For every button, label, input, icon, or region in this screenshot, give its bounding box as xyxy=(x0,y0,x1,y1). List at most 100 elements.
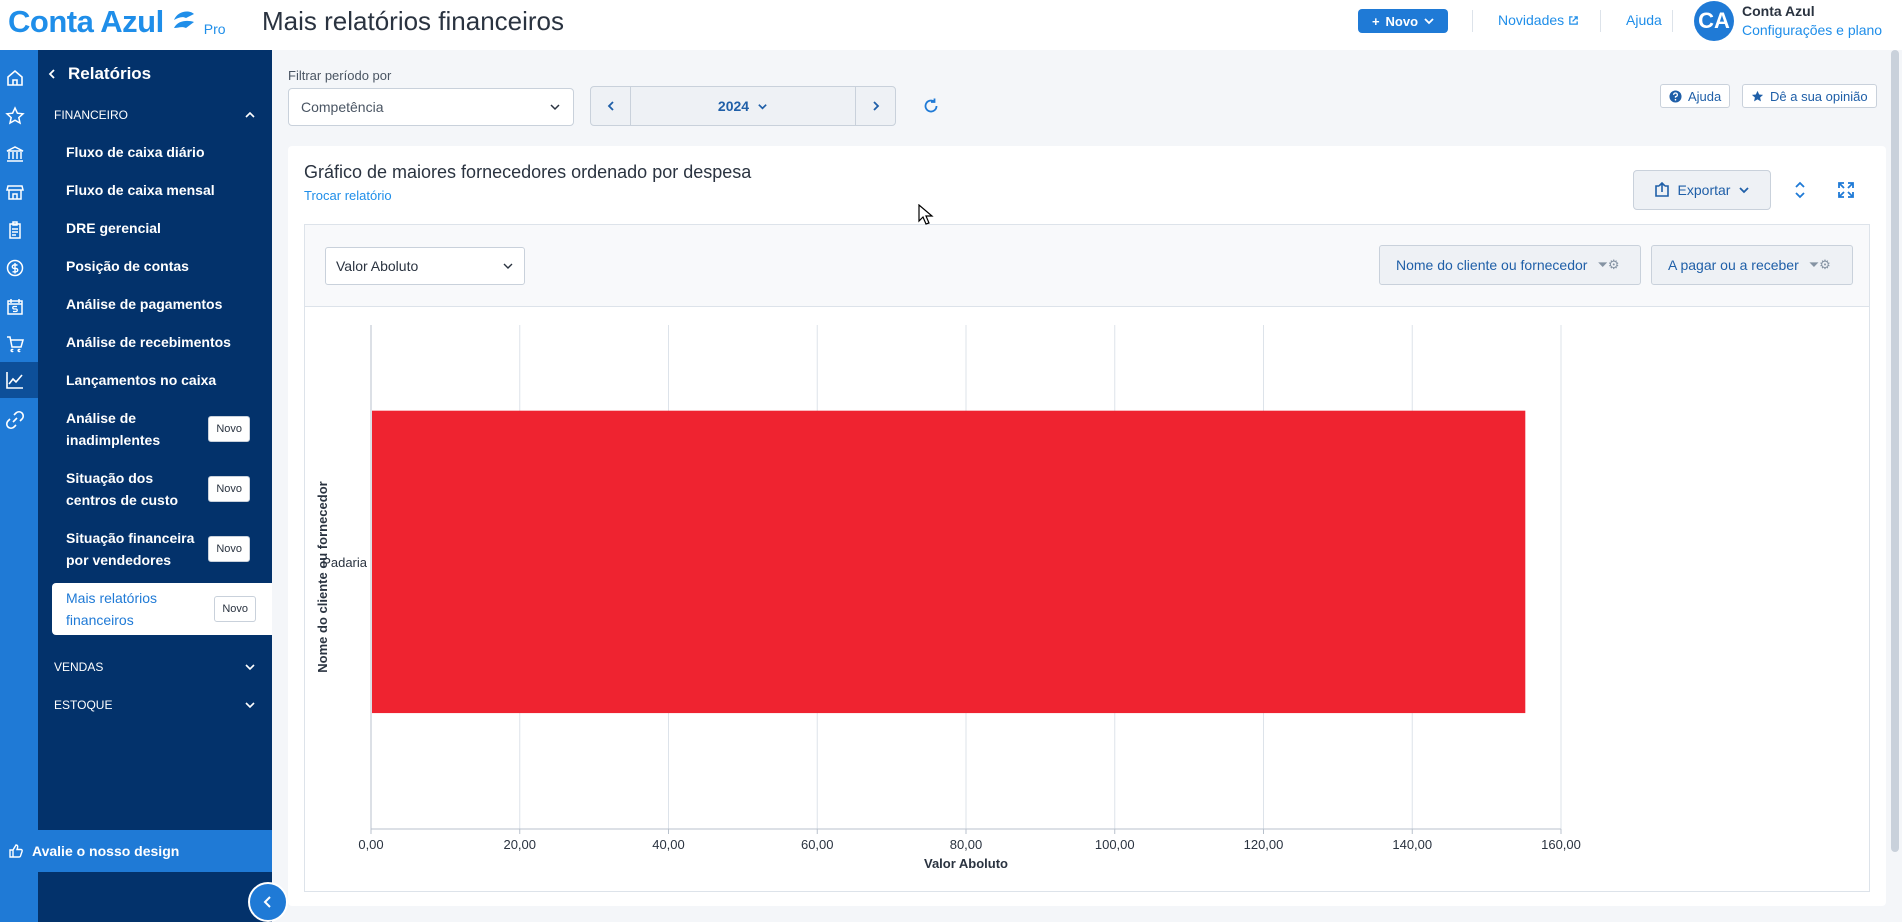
scrollbar-thumb[interactable] xyxy=(1891,50,1899,852)
sidebar-section-vendas[interactable]: VENDAS xyxy=(54,660,256,674)
filter-icon[interactable]: ⏷⚙ xyxy=(1597,257,1619,273)
sidebar-item-dre[interactable]: DRE gerencial xyxy=(66,217,266,239)
chevron-right-icon xyxy=(872,101,879,111)
upload-icon xyxy=(1654,182,1669,197)
filter-period-label: Filtrar período por xyxy=(288,68,392,83)
bank-icon[interactable] xyxy=(5,144,25,164)
new-button[interactable]: + Novo xyxy=(1358,9,1448,33)
x-tick-label: 160,00 xyxy=(1541,837,1581,852)
link-icon[interactable] xyxy=(5,410,25,430)
chart-toolbar: Valor Aboluto Nome do cliente ou fornece… xyxy=(305,225,1869,307)
help-button-label: Ajuda xyxy=(1688,88,1722,104)
chevron-down-icon xyxy=(245,702,255,709)
rate-design-button[interactable]: Avalie o nosso design xyxy=(0,830,272,872)
sidebar-item-fluxo-mensal[interactable]: Fluxo de caixa mensal xyxy=(66,179,266,201)
next-year-button[interactable] xyxy=(855,87,895,125)
dollar-icon[interactable] xyxy=(5,258,25,278)
star-icon xyxy=(1751,90,1764,101)
sidebar-item-label: Mais relatórios financeiros xyxy=(66,590,158,628)
sidebar-back[interactable]: Relatórios xyxy=(46,64,151,84)
clipboard-icon[interactable] xyxy=(5,220,25,240)
chevron-left-icon xyxy=(607,101,614,111)
star-icon[interactable] xyxy=(5,106,25,126)
logo[interactable]: Conta Azul Pro xyxy=(8,4,226,40)
value-type-select[interactable]: Valor Aboluto xyxy=(325,247,525,285)
sidebar-item-centros-custo[interactable]: Situação dos centros de custo Novo xyxy=(66,467,266,511)
sidebar-item-mais-relatorios[interactable]: Mais relatórios financeiros Novo xyxy=(52,583,272,635)
sidebar-section-financeiro[interactable]: FINANCEIRO xyxy=(54,108,256,122)
sidebar-item-label: Situação dos centros de custo xyxy=(66,470,179,508)
new-badge: Novo xyxy=(208,416,250,442)
section-label: VENDAS xyxy=(54,660,104,674)
bar-chart: 0,00 20,00 40,00 60,00 80,00 100,00 120,00 140,… xyxy=(315,325,1581,871)
section-label: FINANCEIRO xyxy=(54,108,129,122)
period-type-select[interactable]: Competência xyxy=(288,88,574,126)
sidebar-item-posicao-contas[interactable]: Posição de contas xyxy=(66,255,266,277)
x-tick-label: 100,00 xyxy=(1095,837,1135,852)
mouse-cursor-icon xyxy=(918,204,934,225)
store-icon[interactable] xyxy=(5,182,25,202)
filter-icon[interactable]: ⏷⚙ xyxy=(1809,257,1831,273)
vertical-scrollbar[interactable] xyxy=(1888,50,1902,922)
x-tick-label: 140,00 xyxy=(1392,837,1432,852)
chevron-down-icon xyxy=(1739,187,1750,194)
x-tick-label: 80,00 xyxy=(950,837,983,852)
sidebar-item-label: Análise de inadimplentes xyxy=(66,410,161,448)
collapse-sidebar-button[interactable] xyxy=(248,882,288,922)
sidebar-title: Relatórios xyxy=(68,64,152,83)
expand-vertical-icon[interactable] xyxy=(1790,180,1810,200)
calendar-dollar-icon[interactable] xyxy=(5,296,25,316)
y-axis-title: Nome do cliente ou fornecedor xyxy=(315,481,330,672)
new-button-label: Novo xyxy=(1385,13,1419,29)
filter-chip-payable[interactable]: A pagar ou a receber ⏷⚙ xyxy=(1651,245,1853,285)
help-link[interactable]: Ajuda xyxy=(1626,12,1662,28)
chevron-left-icon xyxy=(48,69,55,79)
bar[interactable] xyxy=(372,410,1526,714)
export-button-label: Exportar xyxy=(1677,182,1731,198)
logo-text: Conta Azul xyxy=(8,4,164,39)
help-button[interactable]: Ajuda xyxy=(1660,84,1731,108)
year-select[interactable]: 2024 xyxy=(631,87,855,125)
news-link[interactable]: Novidades xyxy=(1498,12,1579,28)
switch-report-link[interactable]: Trocar relatório xyxy=(304,188,392,203)
sidebar-section-estoque[interactable]: ESTOQUE xyxy=(54,698,256,712)
sidebar: Relatórios FINANCEIRO Fluxo de caixa diá… xyxy=(38,50,272,922)
logo-mark-icon xyxy=(173,11,194,28)
report-title: Gráfico de maiores fornecedores ordenado… xyxy=(304,162,752,182)
rail-item-reports[interactable] xyxy=(0,362,38,398)
sidebar-item-vendedores[interactable]: Situação financeira por vendedores Novo xyxy=(66,527,266,571)
page-title: Mais relatórios financeiros xyxy=(262,6,565,36)
refresh-icon[interactable] xyxy=(922,97,940,115)
sidebar-item-analise-pagamentos[interactable]: Análise de pagamentos xyxy=(66,293,266,315)
rate-design-label: Avalie o nosso design xyxy=(32,843,180,859)
question-icon xyxy=(1669,89,1682,103)
chevron-left-icon xyxy=(263,896,271,908)
section-label: ESTOQUE xyxy=(54,698,113,712)
icon-rail xyxy=(0,50,38,922)
feedback-button[interactable]: Dê a sua opinião xyxy=(1742,84,1877,108)
cart-icon[interactable] xyxy=(5,334,25,354)
previous-year-button[interactable] xyxy=(591,87,631,125)
divider xyxy=(1472,10,1473,32)
fullscreen-icon[interactable] xyxy=(1836,180,1856,200)
report-card: Gráfico de maiores fornecedores ordenado… xyxy=(288,146,1886,906)
feedback-button-label: Dê a sua opinião xyxy=(1770,88,1868,104)
sidebar-item-fluxo-diario[interactable]: Fluxo de caixa diário xyxy=(66,141,266,163)
sidebar-item-analise-recebimentos[interactable]: Análise de recebimentos xyxy=(66,331,266,353)
export-button[interactable]: Exportar xyxy=(1633,170,1771,210)
account-settings-link[interactable]: Configurações e plano xyxy=(1742,22,1882,38)
account-name[interactable]: Conta Azul xyxy=(1742,3,1815,19)
sidebar-item-lancamentos-caixa[interactable]: Lançamentos no caixa xyxy=(66,369,266,391)
filter-chip-client[interactable]: Nome do cliente ou fornecedor ⏷⚙ xyxy=(1379,245,1641,285)
new-badge: Novo xyxy=(208,536,250,562)
new-badge: Novo xyxy=(208,476,250,502)
x-tick-label: 0,00 xyxy=(358,837,383,852)
avatar[interactable]: CA xyxy=(1694,1,1734,41)
chevron-down-icon xyxy=(758,103,767,110)
sidebar-item-label: Situação financeira por vendedores xyxy=(66,530,195,568)
home-icon[interactable] xyxy=(5,68,25,88)
year-value: 2024 xyxy=(717,98,750,114)
sidebar-item-inadimplentes[interactable]: Análise de inadimplentes Novo xyxy=(66,407,266,451)
plus-icon: + xyxy=(1371,13,1380,29)
x-tick-label: 20,00 xyxy=(503,837,536,852)
